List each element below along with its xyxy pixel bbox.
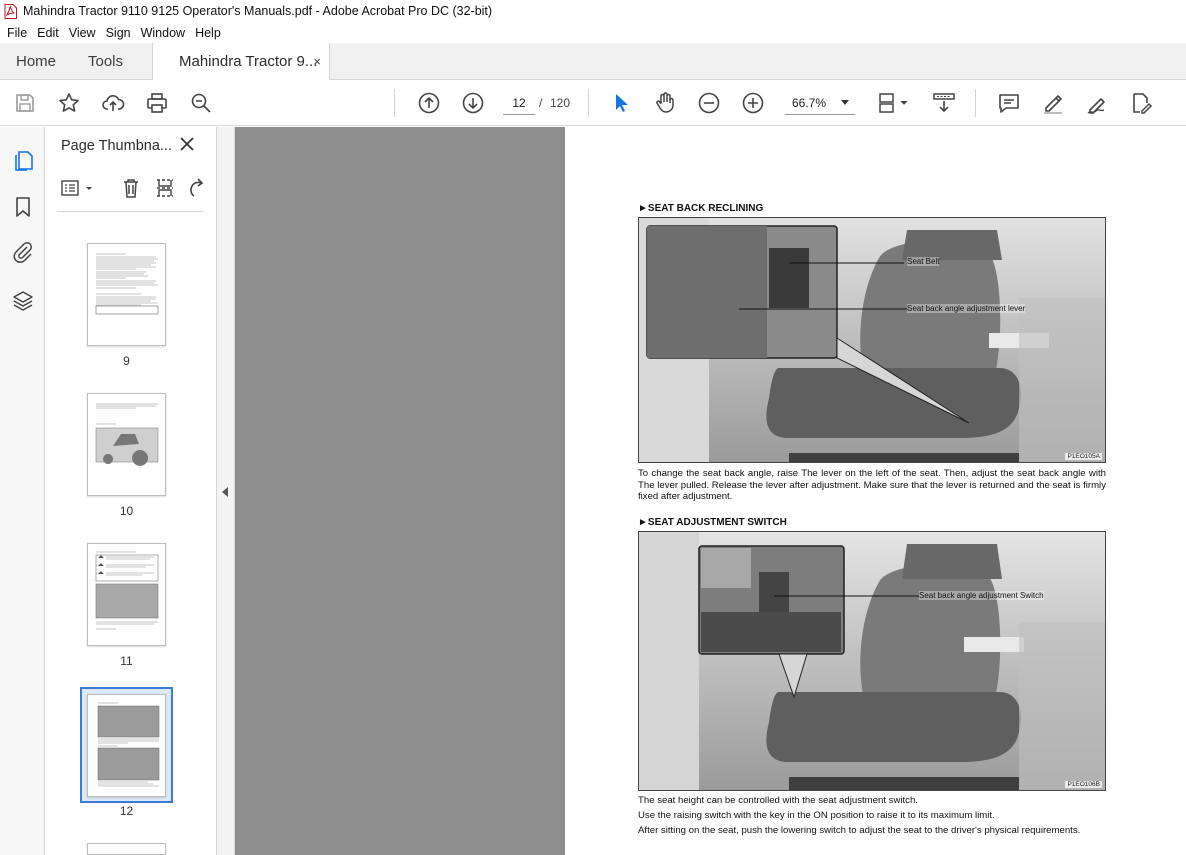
document-viewport[interactable]: ►SEAT BACK RECLINING Seat Belt Seat back… (235, 127, 1186, 855)
section-heading-seat-adjustment-switch: ►SEAT ADJUSTMENT SWITCH (638, 517, 787, 528)
menu-window[interactable]: Window (136, 26, 190, 40)
thumbnail-content (95, 403, 159, 466)
tab-home[interactable]: Home (16, 43, 56, 80)
close-tab-icon[interactable]: × (313, 54, 321, 69)
tab-bar: Home Tools Mahindra Tractor 9... × (0, 43, 1186, 80)
seat-adjustment-photo: Seat back angle adjustment Switch P1EO10… (638, 531, 1106, 791)
thumbnail-panel-title: Page Thumbna... (61, 138, 172, 154)
tab-tools[interactable]: Tools (88, 43, 123, 80)
seat-adjustment-photo-illustration (639, 532, 1105, 790)
raising-switch-text: Use the raising switch with the key in t… (638, 810, 995, 821)
pdf-page: ►SEAT BACK RECLINING Seat Belt Seat back… (565, 127, 1186, 855)
print-icon[interactable] (145, 91, 169, 115)
zoom-level-select[interactable]: 66.7% (785, 91, 855, 115)
close-panel-icon[interactable] (179, 136, 195, 152)
menu-view[interactable]: View (64, 26, 101, 40)
lowering-switch-text: After sitting on the seat, push the lowe… (638, 825, 1081, 836)
rotate-page-icon[interactable] (185, 177, 207, 204)
thumbnail-label-11: 11 (120, 654, 133, 668)
photo-code-1: P1EO105A (1065, 453, 1102, 460)
highlight-pen-icon[interactable] (1041, 91, 1065, 115)
menu-bar: File Edit View Sign Window Help (0, 22, 1186, 43)
prev-page-icon[interactable] (417, 91, 441, 115)
seat-height-text: The seat height can be controlled with t… (638, 795, 918, 806)
menu-help[interactable]: Help (190, 26, 226, 40)
acrobat-pdf-icon (4, 3, 17, 19)
callout-adjustment-switch: Seat back angle adjustment Switch (919, 591, 1044, 600)
bookmark-icon[interactable] (11, 195, 35, 219)
main-toolbar (0, 80, 1186, 126)
thumbnail-content (95, 551, 159, 630)
page-separator: / (539, 96, 543, 110)
menu-file[interactable]: File (2, 26, 32, 40)
left-rail (0, 127, 45, 855)
hand-icon[interactable] (653, 91, 677, 115)
comment-icon[interactable] (997, 91, 1021, 115)
attachment-icon[interactable] (11, 240, 35, 264)
zoom-in-icon[interactable] (741, 91, 765, 115)
seat-back-photo: Seat Belt Seat back angle adjustment lev… (638, 217, 1106, 463)
tab-document[interactable]: Mahindra Tractor 9... × (152, 43, 330, 80)
next-page-icon[interactable] (461, 91, 485, 115)
thumbnail-page-10[interactable] (87, 393, 166, 496)
callout-seat-back-lever: Seat back angle adjustment lever (907, 304, 1026, 313)
thumbnail-toolbar (57, 177, 207, 201)
thumbnail-options-icon[interactable] (61, 179, 95, 204)
thumbnail-content (97, 702, 160, 787)
delete-page-icon[interactable] (120, 177, 142, 204)
thumbnail-label-12: 12 (119, 804, 134, 818)
seat-back-instructions: To change the seat back angle, raise The… (638, 468, 1106, 502)
thumbnail-page-11[interactable] (87, 543, 166, 646)
collapse-arrow-icon[interactable] (222, 487, 228, 497)
page-total: 120 (550, 96, 571, 110)
search-zoom-icon[interactable] (189, 91, 213, 115)
scroll-mode-icon[interactable] (932, 91, 956, 115)
thumbnail-content (95, 253, 159, 315)
page-fit-icon[interactable] (877, 91, 911, 115)
tab-document-label: Mahindra Tractor 9... (179, 53, 318, 70)
seat-back-photo-illustration (639, 218, 1105, 462)
thumbnail-page-9[interactable] (87, 243, 166, 346)
select-cursor-icon[interactable] (609, 91, 633, 115)
zoom-out-icon[interactable] (697, 91, 721, 115)
layers-icon[interactable] (11, 289, 35, 313)
panel-divider (57, 211, 203, 212)
thumbnail-page-13[interactable] (87, 843, 166, 855)
photo-code-2: P1EO106B (1065, 781, 1102, 788)
section-heading-seat-back-reclining: ►SEAT BACK RECLINING (638, 203, 764, 214)
page-thumbnails-icon[interactable] (11, 149, 35, 173)
toolbar-divider (588, 89, 589, 117)
thumbnail-label-10: 10 (119, 504, 134, 518)
page-number-input[interactable]: 12 (503, 91, 535, 115)
star-icon[interactable] (57, 91, 81, 115)
edit-pdf-icon[interactable] (1129, 91, 1153, 115)
menu-sign[interactable]: Sign (101, 26, 136, 40)
chevron-down-icon (841, 100, 849, 105)
toolbar-divider (394, 89, 395, 117)
menu-edit[interactable]: Edit (32, 26, 64, 40)
panel-collapse-strip[interactable] (217, 127, 235, 855)
toolbar-divider (975, 89, 976, 117)
zoom-level-value: 66.7% (792, 96, 827, 110)
extract-page-icon[interactable] (154, 177, 176, 204)
thumbnail-label-9: 9 (123, 354, 130, 368)
window-title: Mahindra Tractor 9110 9125 Operator's Ma… (23, 4, 493, 18)
callout-seat-belt: Seat Belt (907, 257, 940, 266)
title-bar: Mahindra Tractor 9110 9125 Operator's Ma… (0, 0, 1186, 22)
save-icon[interactable] (13, 91, 37, 115)
thumbnail-page-12[interactable] (87, 694, 166, 797)
sign-icon[interactable] (1085, 91, 1109, 115)
upload-icon[interactable] (101, 91, 125, 115)
